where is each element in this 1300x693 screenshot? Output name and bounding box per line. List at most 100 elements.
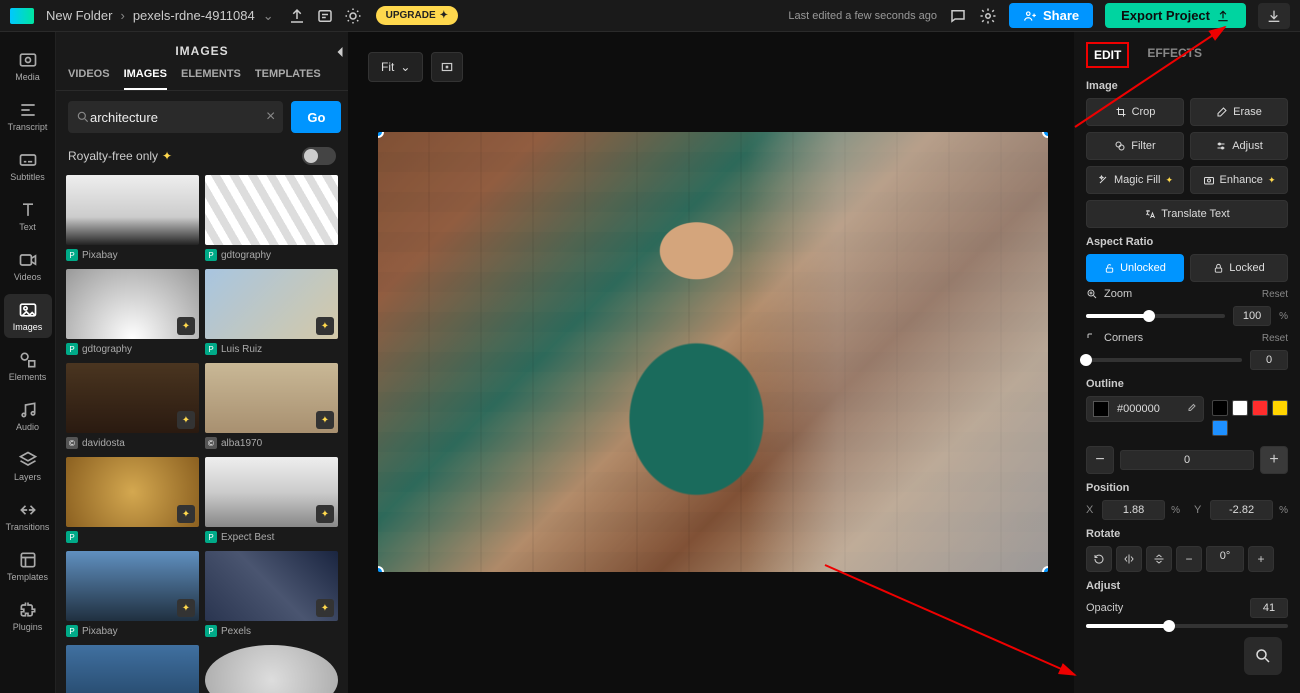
breadcrumb-file[interactable]: pexels-rdne-4911084 — [133, 8, 255, 23]
rotate-label: Rotate — [1086, 528, 1288, 540]
canvas-area[interactable]: Fit⌄ — [348, 32, 1074, 693]
rotate-value[interactable]: 0° — [1206, 546, 1244, 572]
upload-icon[interactable] — [288, 7, 306, 25]
app-logo[interactable] — [10, 8, 34, 24]
eyedropper-icon[interactable] — [1185, 403, 1197, 415]
comment-icon[interactable] — [949, 7, 967, 25]
image-result[interactable]: ✦©davidosta — [66, 363, 199, 451]
rail-layers[interactable]: Layers — [4, 444, 52, 488]
collapse-panel-icon[interactable] — [330, 42, 350, 62]
rail-templates[interactable]: Templates — [4, 544, 52, 588]
go-button[interactable]: Go — [291, 101, 341, 133]
premium-badge-icon: ✦ — [177, 411, 195, 429]
theme-icon[interactable] — [344, 7, 362, 25]
source-icon: P — [205, 531, 217, 543]
image-result[interactable]: ✦P — [66, 457, 199, 545]
gear-icon[interactable] — [979, 7, 997, 25]
rectangle-icon — [440, 60, 454, 74]
image-result[interactable]: ✦PPixabay — [66, 551, 199, 639]
rotate-increase[interactable]: + — [1248, 546, 1274, 572]
rail-text[interactable]: Text — [4, 194, 52, 238]
aspect-toggle-button[interactable] — [431, 52, 463, 82]
corners-reset[interactable]: Reset — [1262, 333, 1288, 344]
position-y[interactable]: -2.82 — [1210, 500, 1273, 520]
image-result[interactable] — [205, 645, 338, 693]
translate-text-button[interactable]: Translate Text — [1086, 200, 1288, 228]
tab-edit[interactable]: EDIT — [1086, 42, 1129, 68]
color-swatch[interactable] — [1232, 400, 1248, 416]
notes-icon[interactable] — [316, 7, 334, 25]
rail-audio[interactable]: Audio — [4, 394, 52, 438]
download-button[interactable] — [1258, 3, 1290, 29]
clear-search-icon[interactable]: × — [266, 108, 275, 126]
adjust-button[interactable]: Adjust — [1190, 132, 1288, 160]
zoom-reset[interactable]: Reset — [1262, 289, 1288, 300]
rail-plugins[interactable]: Plugins — [4, 594, 52, 638]
rotate-ccw[interactable] — [1086, 546, 1112, 572]
fit-dropdown[interactable]: Fit⌄ — [368, 52, 423, 82]
position-x[interactable]: 1.88 — [1102, 500, 1165, 520]
outline-decrease[interactable]: − — [1086, 446, 1114, 474]
tab-elements[interactable]: ELEMENTS — [181, 68, 241, 90]
rotate-decrease[interactable]: − — [1176, 546, 1202, 572]
outline-increase[interactable]: + — [1260, 446, 1288, 474]
crop-button[interactable]: Crop — [1086, 98, 1184, 126]
rail-transcript[interactable]: Transcript — [4, 94, 52, 138]
opacity-value[interactable]: 41 — [1250, 598, 1288, 618]
tab-images[interactable]: IMAGES — [124, 68, 167, 90]
image-result[interactable]: ✦©alba1970 — [205, 363, 338, 451]
erase-button[interactable]: Erase — [1190, 98, 1288, 126]
export-project-button[interactable]: Export Project — [1105, 3, 1246, 28]
translate-icon — [1144, 208, 1156, 220]
search-box[interactable]: × — [68, 101, 283, 133]
chevron-right-icon: › — [120, 8, 124, 23]
rail-media[interactable]: Media — [4, 44, 52, 88]
corners-slider[interactable] — [1086, 358, 1242, 362]
filter-button[interactable]: Filter — [1086, 132, 1184, 160]
image-result[interactable]: PPixabay — [66, 175, 199, 263]
magic-fill-button[interactable]: Magic Fill✦ — [1086, 166, 1184, 194]
flip-v[interactable] — [1146, 546, 1172, 572]
rail-subtitles[interactable]: Subtitles — [4, 144, 52, 188]
tab-templates[interactable]: TEMPLATES — [255, 68, 321, 90]
opacity-slider[interactable] — [1086, 624, 1288, 628]
royalty-toggle[interactable] — [302, 147, 336, 165]
rail-images[interactable]: Images — [4, 294, 52, 338]
image-result[interactable]: Pgdtography — [205, 175, 338, 263]
upgrade-button[interactable]: UPGRADE ✦ — [376, 6, 458, 25]
breadcrumb-folder[interactable]: New Folder — [46, 8, 112, 23]
tab-effects[interactable]: EFFECTS — [1141, 42, 1208, 68]
rotate-ccw-icon — [1093, 553, 1105, 565]
zoom-value[interactable]: 100 — [1233, 306, 1271, 326]
color-swatch[interactable] — [1272, 400, 1288, 416]
rail-elements[interactable]: Elements — [4, 344, 52, 388]
premium-badge-icon: ✦ — [177, 599, 195, 617]
share-button[interactable]: Share — [1009, 3, 1093, 28]
zoom-slider[interactable] — [1086, 314, 1225, 318]
zoom-fab[interactable] — [1244, 637, 1282, 675]
color-swatch[interactable] — [1212, 420, 1228, 436]
image-result[interactable]: ✦PExpect Best — [205, 457, 338, 545]
search-input[interactable] — [90, 110, 266, 125]
chevron-down-icon[interactable]: ⌄ — [263, 8, 274, 24]
image-result[interactable]: ✦PPexels — [205, 551, 338, 639]
outline-color-field[interactable]: #000000 — [1086, 396, 1204, 422]
flip-h[interactable] — [1116, 546, 1142, 572]
x-label: X — [1086, 504, 1096, 516]
tab-videos[interactable]: VIDEOS — [68, 68, 110, 90]
unlocked-button[interactable]: Unlocked — [1086, 254, 1184, 282]
color-swatch[interactable] — [1212, 400, 1228, 416]
resize-handle-br[interactable] — [1042, 566, 1048, 572]
transitions-icon — [18, 500, 38, 520]
enhance-button[interactable]: Enhance✦ — [1190, 166, 1288, 194]
corners-value[interactable]: 0 — [1250, 350, 1288, 370]
rail-videos[interactable]: Videos — [4, 244, 52, 288]
image-result[interactable]: ✦PLuis Ruiz — [205, 269, 338, 357]
locked-button[interactable]: Locked — [1190, 254, 1288, 282]
rail-transitions[interactable]: Transitions — [4, 494, 52, 538]
color-swatch[interactable] — [1252, 400, 1268, 416]
outline-value[interactable]: 0 — [1120, 450, 1254, 470]
image-result[interactable]: ✦Pgdtography — [66, 269, 199, 357]
canvas-image[interactable] — [378, 132, 1048, 572]
image-result[interactable] — [66, 645, 199, 693]
